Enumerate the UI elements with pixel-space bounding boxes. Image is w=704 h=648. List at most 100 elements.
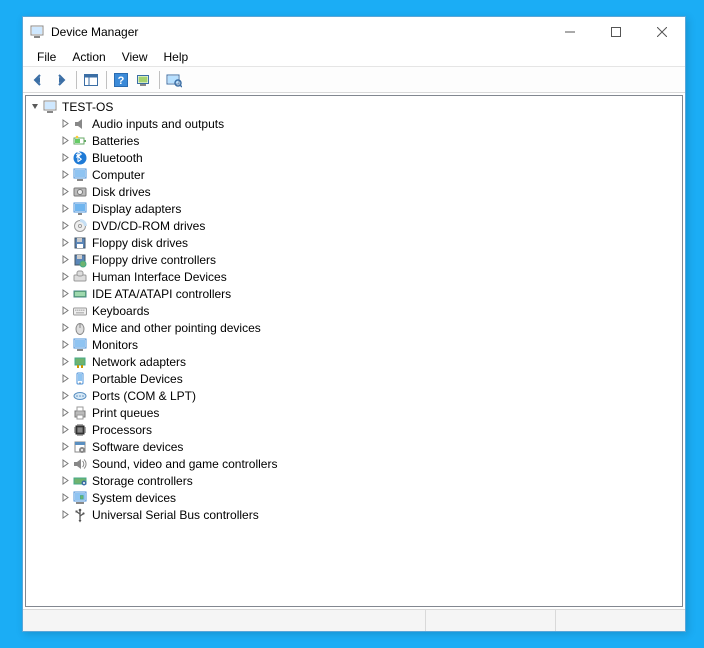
- expander-icon[interactable]: [58, 272, 72, 281]
- toolbar-separator: [76, 71, 77, 89]
- display-icon: [72, 201, 88, 217]
- tree-category[interactable]: Print queues: [26, 404, 682, 421]
- tree-category[interactable]: Computer: [26, 166, 682, 183]
- tree-category[interactable]: Sound, video and game controllers: [26, 455, 682, 472]
- tree-category[interactable]: Human Interface Devices: [26, 268, 682, 285]
- expander-icon[interactable]: [58, 442, 72, 451]
- expander-icon[interactable]: [58, 476, 72, 485]
- ide-icon: [72, 286, 88, 302]
- tree-category[interactable]: Processors: [26, 421, 682, 438]
- minimize-button[interactable]: [547, 17, 593, 47]
- tree-category[interactable]: Universal Serial Bus controllers: [26, 506, 682, 523]
- expander-icon[interactable]: [58, 187, 72, 196]
- tree-category-label: Bluetooth: [92, 151, 143, 165]
- expander-icon[interactable]: [58, 221, 72, 230]
- tree-category[interactable]: Software devices: [26, 438, 682, 455]
- tree-category[interactable]: Audio inputs and outputs: [26, 115, 682, 132]
- tree-category-label: Audio inputs and outputs: [92, 117, 224, 131]
- expander-icon[interactable]: [58, 493, 72, 502]
- menu-view[interactable]: View: [114, 49, 156, 65]
- tree-category-label: Sound, video and game controllers: [92, 457, 277, 471]
- tree-root[interactable]: TEST-OS: [26, 98, 682, 115]
- tree-category[interactable]: Bluetooth: [26, 149, 682, 166]
- tree-category[interactable]: Mice and other pointing devices: [26, 319, 682, 336]
- menubar: File Action View Help: [23, 47, 685, 67]
- portable-icon: [72, 371, 88, 387]
- expander-icon[interactable]: [58, 391, 72, 400]
- properties-button[interactable]: [163, 69, 185, 91]
- close-button[interactable]: [639, 17, 685, 47]
- tree-category[interactable]: Monitors: [26, 336, 682, 353]
- tree-category[interactable]: Floppy disk drives: [26, 234, 682, 251]
- tree-category[interactable]: Disk drives: [26, 183, 682, 200]
- expander-icon[interactable]: [58, 153, 72, 162]
- help-button[interactable]: ?: [110, 69, 132, 91]
- window-title: Device Manager: [51, 25, 138, 39]
- expander-icon[interactable]: [58, 255, 72, 264]
- tree-category-label: Keyboards: [92, 304, 149, 318]
- menu-help[interactable]: Help: [156, 49, 197, 65]
- expander-icon[interactable]: [58, 425, 72, 434]
- computer-icon: [42, 99, 58, 115]
- expander-icon[interactable]: [58, 204, 72, 213]
- tree-category-label: Storage controllers: [92, 474, 193, 488]
- tree-category-label: Disk drives: [92, 185, 151, 199]
- tree-category-label: System devices: [92, 491, 176, 505]
- expander-icon[interactable]: [58, 289, 72, 298]
- expander-icon[interactable]: [58, 238, 72, 247]
- tree-category-label: IDE ATA/ATAPI controllers: [92, 287, 231, 301]
- floppy-icon: [72, 235, 88, 251]
- device-manager-window: Device Manager File Action View Help: [22, 16, 686, 632]
- tree-category[interactable]: Storage controllers: [26, 472, 682, 489]
- tree-category-label: Mice and other pointing devices: [92, 321, 261, 335]
- tree-category[interactable]: Floppy drive controllers: [26, 251, 682, 268]
- device-tree[interactable]: TEST-OS Audio inputs and outputsBatteries…: [25, 95, 683, 607]
- maximize-button[interactable]: [593, 17, 639, 47]
- expander-icon[interactable]: [58, 374, 72, 383]
- tree-category[interactable]: Keyboards: [26, 302, 682, 319]
- show-hide-tree-button[interactable]: [80, 69, 102, 91]
- cpu-icon: [72, 422, 88, 438]
- expander-icon[interactable]: [58, 357, 72, 366]
- menu-file[interactable]: File: [29, 49, 64, 65]
- computer-icon: [72, 167, 88, 183]
- tree-category[interactable]: Display adapters: [26, 200, 682, 217]
- back-button[interactable]: [27, 69, 49, 91]
- tree-category[interactable]: Portable Devices: [26, 370, 682, 387]
- bluetooth-icon: [72, 150, 88, 166]
- expander-icon[interactable]: [58, 306, 72, 315]
- software-icon: [72, 439, 88, 455]
- expander-icon[interactable]: [58, 170, 72, 179]
- tree-category[interactable]: IDE ATA/ATAPI controllers: [26, 285, 682, 302]
- tree-category-label: Monitors: [92, 338, 138, 352]
- tree-category[interactable]: Batteries: [26, 132, 682, 149]
- tree-category-label: Universal Serial Bus controllers: [92, 508, 259, 522]
- expander-icon[interactable]: [58, 459, 72, 468]
- tree-category-label: Floppy drive controllers: [92, 253, 216, 267]
- expander-icon[interactable]: [58, 136, 72, 145]
- battery-icon: [72, 133, 88, 149]
- menu-action[interactable]: Action: [64, 49, 113, 65]
- tree-category-label: Print queues: [92, 406, 159, 420]
- tree-category[interactable]: Network adapters: [26, 353, 682, 370]
- tree-category[interactable]: System devices: [26, 489, 682, 506]
- mouse-icon: [72, 320, 88, 336]
- tree-category-label: Portable Devices: [92, 372, 183, 386]
- forward-button[interactable]: [50, 69, 72, 91]
- status-cell-3: [555, 610, 685, 631]
- ports-icon: [72, 388, 88, 404]
- toolbar-separator: [159, 71, 160, 89]
- expander-icon[interactable]: [28, 102, 42, 111]
- toolbar: ?: [23, 67, 685, 93]
- tree-category[interactable]: Ports (COM & LPT): [26, 387, 682, 404]
- expander-icon[interactable]: [58, 119, 72, 128]
- expander-icon[interactable]: [58, 323, 72, 332]
- tree-category[interactable]: DVD/CD-ROM drives: [26, 217, 682, 234]
- status-cell-main: [23, 610, 425, 631]
- system-icon: [72, 490, 88, 506]
- titlebar: Device Manager: [23, 17, 685, 47]
- expander-icon[interactable]: [58, 510, 72, 519]
- expander-icon[interactable]: [58, 340, 72, 349]
- scan-hardware-button[interactable]: [133, 69, 155, 91]
- expander-icon[interactable]: [58, 408, 72, 417]
